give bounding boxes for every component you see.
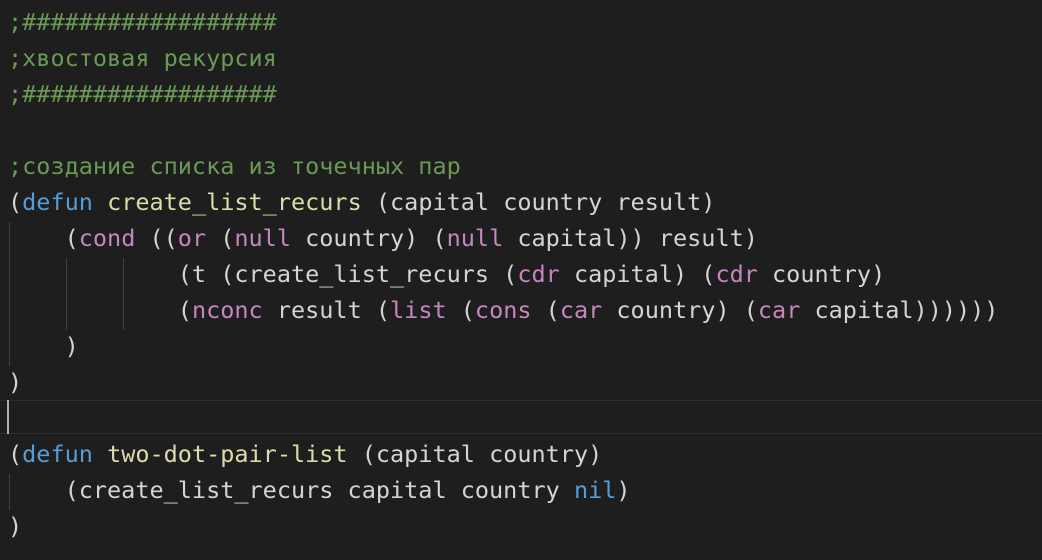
code-token: (t (create_list_recurs ( xyxy=(8,260,518,288)
code-line[interactable]: (defun two-dot-pair-list (capital countr… xyxy=(8,436,602,472)
code-token: ( xyxy=(531,296,560,324)
code-token: ;################## xyxy=(8,8,277,36)
code-token: defun xyxy=(22,440,93,468)
code-token: ( xyxy=(8,188,23,216)
code-line[interactable]: (cond ((or (null country) (null capital)… xyxy=(8,220,758,256)
code-token: cond xyxy=(78,224,136,252)
code-token: null xyxy=(446,224,504,252)
code-token: (create_list_recurs capital country xyxy=(8,476,574,504)
code-line[interactable]: ;хвостовая рекурсия xyxy=(8,40,277,76)
code-token: capital)) result) xyxy=(503,224,758,252)
code-line[interactable]: ;################## xyxy=(8,4,277,40)
code-line[interactable]: ) xyxy=(8,364,22,400)
code-token: null xyxy=(234,224,291,252)
code-token: ;создание списка из точечных пар xyxy=(8,152,461,180)
code-line[interactable]: (create_list_recurs capital country nil) xyxy=(8,472,631,508)
code-token: ;хвостовая рекурсия xyxy=(8,44,277,72)
code-line[interactable]: ;создание списка из точечных пар xyxy=(8,148,461,184)
code-token: (capital country) xyxy=(347,440,603,468)
code-token: list xyxy=(390,296,447,324)
code-line[interactable]: (defun create_list_recurs (capital count… xyxy=(8,184,715,220)
text-cursor xyxy=(7,400,9,434)
code-token: car xyxy=(757,296,801,324)
code-line[interactable]: ) xyxy=(8,328,79,364)
code-token: ( xyxy=(8,440,23,468)
code-token: nconc xyxy=(191,296,263,324)
code-editor[interactable]: ;################## ;хвостовая рекурсия ;#… xyxy=(0,0,1042,560)
code-token: ( xyxy=(446,296,475,324)
code-line[interactable]: ) xyxy=(8,508,22,544)
code-token: ;################## xyxy=(8,80,277,108)
code-token: ( xyxy=(8,224,79,252)
code-token: ) xyxy=(8,332,79,360)
code-token: nil xyxy=(573,476,617,504)
code-token: ) xyxy=(8,512,23,540)
code-token: capital)))))) xyxy=(800,296,999,324)
code-token: result ( xyxy=(262,296,391,324)
code-token: (( xyxy=(135,224,178,252)
code-token: cdr xyxy=(715,260,758,288)
current-line-highlight xyxy=(0,400,1042,434)
code-token: country) xyxy=(757,260,886,288)
code-token: ) xyxy=(616,476,631,504)
code-token: cdr xyxy=(517,260,560,288)
code-token: create_list_recurs xyxy=(107,188,362,216)
code-token: defun xyxy=(22,188,93,216)
code-line[interactable]: ;################## xyxy=(8,76,277,112)
code-token: ( xyxy=(206,224,235,252)
code-token: car xyxy=(559,296,603,324)
code-token: or xyxy=(177,224,207,252)
code-token: ) xyxy=(8,368,23,396)
code-token: country) ( xyxy=(290,224,447,252)
code-token: (capital country result) xyxy=(361,188,716,216)
code-line[interactable]: (t (create_list_recurs (cdr capital) (cd… xyxy=(8,256,885,292)
code-token: two-dot-pair-list xyxy=(107,440,348,468)
code-token: capital) ( xyxy=(559,260,716,288)
code-token: cons xyxy=(474,296,532,324)
code-line[interactable]: (nconc result (list (cons (car country) … xyxy=(8,292,999,328)
code-token: ( xyxy=(8,296,192,324)
code-token: country) ( xyxy=(602,296,758,324)
